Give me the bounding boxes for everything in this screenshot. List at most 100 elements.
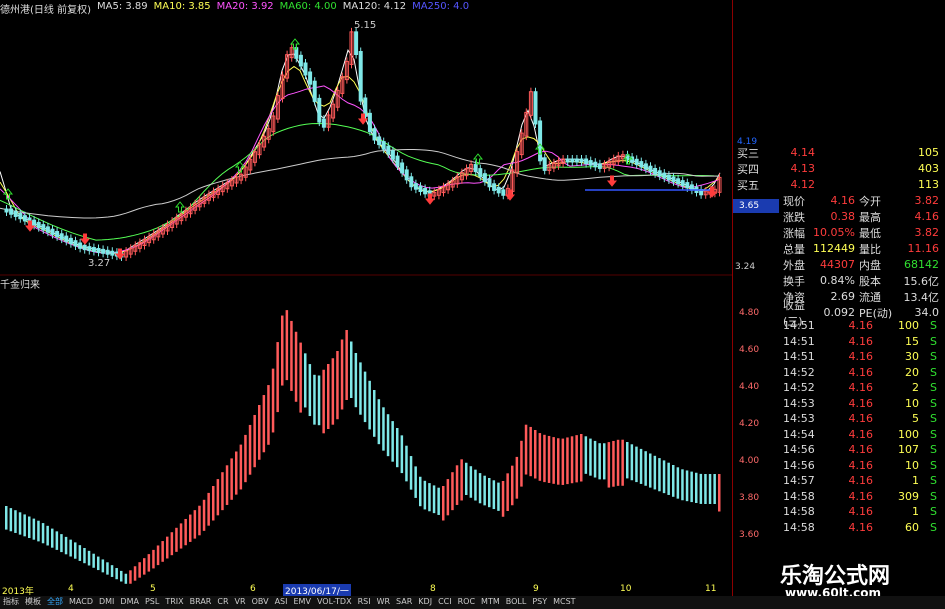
indicator-bar <box>23 514 26 537</box>
candle-body <box>87 246 92 252</box>
indicator-tab[interactable]: MACD <box>66 597 96 606</box>
indicator-tab[interactable]: CR <box>214 597 231 606</box>
indicator-tab[interactable]: RSI <box>355 597 374 606</box>
indicator-bar <box>713 474 716 504</box>
indicator-tab[interactable]: WR <box>374 597 393 606</box>
candle-body <box>685 182 690 189</box>
candle-body <box>666 174 671 181</box>
stat-value-2: 4.16 <box>914 210 940 223</box>
tick-time: 14:58 <box>783 520 815 534</box>
tick-volume: 309 <box>898 489 919 503</box>
indicator-bar <box>639 448 643 484</box>
stat-label-2: 最高 <box>859 210 881 224</box>
indicator-bar <box>221 472 224 511</box>
indicator-tab[interactable]: 指标 <box>0 596 22 607</box>
x-axis-label: 9 <box>533 584 539 594</box>
indicator-tab[interactable]: 全部 <box>44 596 66 607</box>
candle-body <box>597 163 602 169</box>
candle-body <box>317 97 322 123</box>
indicator-bar <box>336 351 339 420</box>
indicator-bar <box>299 342 302 413</box>
indicator-axis-tick: 3.80 <box>739 493 760 503</box>
candle-body <box>496 186 501 194</box>
x-axis-label: 6 <box>250 584 256 594</box>
trade-tick-row: 14:58 4.16 309 S <box>783 489 943 504</box>
candle-body <box>321 118 326 128</box>
indicator-bar <box>156 545 160 566</box>
indicator-tab[interactable]: MCST <box>550 597 578 606</box>
indicator-bar <box>5 506 8 530</box>
indicator-bar <box>699 473 703 504</box>
tick-time: 14:51 <box>783 334 815 348</box>
indicator-tab[interactable]: VR <box>232 597 249 606</box>
indicator-bar <box>290 320 293 391</box>
candle-body <box>676 178 681 185</box>
indicator-tab[interactable]: ROC <box>455 597 478 606</box>
trade-tick-row: 14:58 4.16 1 S <box>783 504 943 519</box>
indicator-bar <box>437 487 440 515</box>
indicator-bar <box>271 368 275 433</box>
indicator-tab[interactable]: VOL-TDX <box>314 597 355 606</box>
indicator-axis-tick: 4.40 <box>739 382 760 392</box>
indicator-bar <box>313 374 316 425</box>
candle-body <box>588 160 593 166</box>
tick-price: 4.16 <box>848 396 874 410</box>
indicator-tab[interactable]: BOLL <box>503 597 530 606</box>
sell-arrow-icon <box>79 233 91 245</box>
trade-tick-row: 14:57 4.16 1 S <box>783 473 943 488</box>
indicator-bar <box>690 471 693 503</box>
tick-time: 14:58 <box>783 505 815 518</box>
indicator-tab[interactable]: DMI <box>96 597 117 606</box>
stat-label-2: 股本 <box>859 274 881 288</box>
tick-price: 4.16 <box>848 412 874 425</box>
indicator-bar <box>626 442 629 479</box>
indicator-bar <box>18 512 22 535</box>
indicator-tab[interactable]: MTM <box>478 597 503 606</box>
indicator-tab[interactable]: EMV <box>291 597 314 606</box>
candle-body <box>73 240 78 247</box>
indicator-axis-tick: 4.60 <box>739 345 760 355</box>
candle-body <box>303 62 308 76</box>
indicator-tab[interactable]: KDJ <box>415 597 435 606</box>
indicator-tab[interactable]: ASI <box>272 597 291 606</box>
candle-body <box>59 233 64 240</box>
stat-label: 总量 <box>783 242 805 256</box>
indicator-chart[interactable] <box>0 284 732 584</box>
candle-body <box>82 244 87 251</box>
indicator-bar <box>649 453 652 488</box>
indicator-bar <box>83 547 86 564</box>
kline-chart[interactable]: 5.15 3.27 <box>0 14 732 289</box>
chart-area[interactable]: 德州港(日线 前复权) MA5: 3.89 MA10: 3.85 MA20: 3… <box>0 0 732 597</box>
indicator-bar <box>386 414 390 457</box>
candle-body <box>653 168 658 175</box>
indicator-bar <box>304 353 307 408</box>
indicator-bar <box>133 566 137 581</box>
indicator-bar <box>193 510 197 539</box>
tick-price: 4.16 <box>848 350 874 363</box>
indicator-tab[interactable]: DMA <box>117 597 142 606</box>
indicator-tab[interactable]: BRAR <box>187 597 215 606</box>
candle-body <box>91 247 96 252</box>
indicator-tab[interactable]: 模板 <box>22 596 44 607</box>
indicator-bar <box>593 440 597 478</box>
candle-body <box>409 176 414 188</box>
stat-row: 涨幅 10.05% 最低 3.82 <box>783 225 943 240</box>
indicator-tab[interactable]: PSY <box>529 597 550 606</box>
bid-price: 4.13 <box>790 162 816 175</box>
indicator-bar <box>409 456 413 490</box>
tick-volume: 2 <box>912 381 919 394</box>
indicator-bar <box>331 358 335 425</box>
trade-tick-row: 14:51 4.16 30 S <box>783 349 943 364</box>
indicator-tab-bar: 指标 模板 全部 MACD DMI DMA PSL TRIX BRAR CR VR OBV ASI EMV… <box>0 596 945 609</box>
indicator-tab[interactable]: PSL <box>142 597 162 606</box>
candle-body <box>68 237 73 245</box>
candle-body <box>4 208 9 213</box>
candle-body <box>36 221 41 229</box>
indicator-tab[interactable]: SAR <box>393 597 415 606</box>
indicator-tab[interactable]: CCI <box>435 597 455 606</box>
indicator-bar <box>101 559 105 573</box>
indicator-bar <box>212 486 215 521</box>
indicator-tab[interactable]: TRIX <box>162 597 186 606</box>
indicator-tab[interactable]: OBV <box>249 597 272 606</box>
tick-price: 4.16 <box>848 443 874 456</box>
